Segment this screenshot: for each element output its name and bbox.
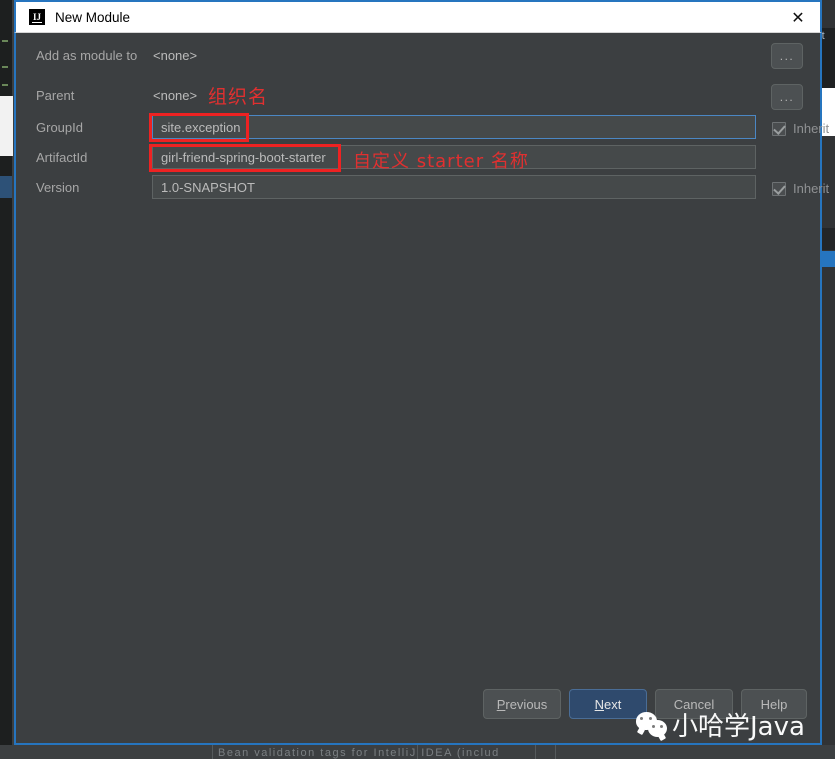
previous-button-label: revious <box>505 697 547 712</box>
inherit-groupid-label: Inherit <box>793 121 829 136</box>
inherit-groupid-checkbox[interactable]: Inherit <box>772 121 829 136</box>
artifactid-input[interactable] <box>152 145 756 169</box>
backdrop-gutter-marker <box>2 84 8 86</box>
value-parent: <none> <box>153 88 197 103</box>
next-button-mnemonic: N <box>595 697 604 712</box>
label-version: Version <box>36 180 79 195</box>
previous-button-mnemonic: P <box>497 697 506 712</box>
backdrop-gutter-marker <box>2 66 8 68</box>
help-button[interactable]: Help <box>741 689 807 719</box>
browse-parent-button[interactable]: ... <box>771 84 803 110</box>
label-add-as-module-to: Add as module to <box>36 48 137 63</box>
checkbox-checked-icon <box>772 182 786 196</box>
browse-add-as-module-to-button[interactable]: ... <box>771 43 803 69</box>
label-artifactid: ArtifactId <box>36 150 87 165</box>
close-icon[interactable]: ✕ <box>786 6 810 30</box>
new-module-dialog: IJ New Module ✕ Add as module to <none> … <box>14 0 822 745</box>
backdrop-status-text: Bean validation tags for IntelliJ IDEA (… <box>218 747 500 759</box>
dialog-footer: Previous Next Cancel Help <box>16 681 820 729</box>
dialog-titlebar: IJ New Module ✕ <box>14 0 822 33</box>
backdrop-selected-tab <box>0 176 12 198</box>
label-parent: Parent <box>36 88 74 103</box>
version-input[interactable] <box>152 175 756 199</box>
backdrop-left-panel <box>0 96 13 156</box>
previous-button[interactable]: Previous <box>483 689 561 719</box>
groupid-input[interactable] <box>152 115 756 139</box>
inherit-version-label: Inherit <box>793 181 829 196</box>
annotation-groupid-note: 组织名 <box>208 82 268 109</box>
checkbox-checked-icon <box>772 122 786 136</box>
next-button-label: ext <box>604 697 621 712</box>
inherit-version-checkbox[interactable]: Inherit <box>772 181 829 196</box>
label-groupid: GroupId <box>36 120 83 135</box>
next-button[interactable]: Next <box>569 689 647 719</box>
dialog-title: New Module <box>55 10 130 25</box>
value-add-as-module-to: <none> <box>153 48 197 63</box>
backdrop-gutter-marker <box>2 40 8 42</box>
backdrop-status-bar: Bean validation tags for IntelliJ IDEA (… <box>0 745 835 759</box>
intellij-idea-icon: IJ <box>29 9 45 25</box>
dialog-content: Add as module to <none> ... Parent <none… <box>16 33 820 743</box>
cancel-button[interactable]: Cancel <box>655 689 733 719</box>
